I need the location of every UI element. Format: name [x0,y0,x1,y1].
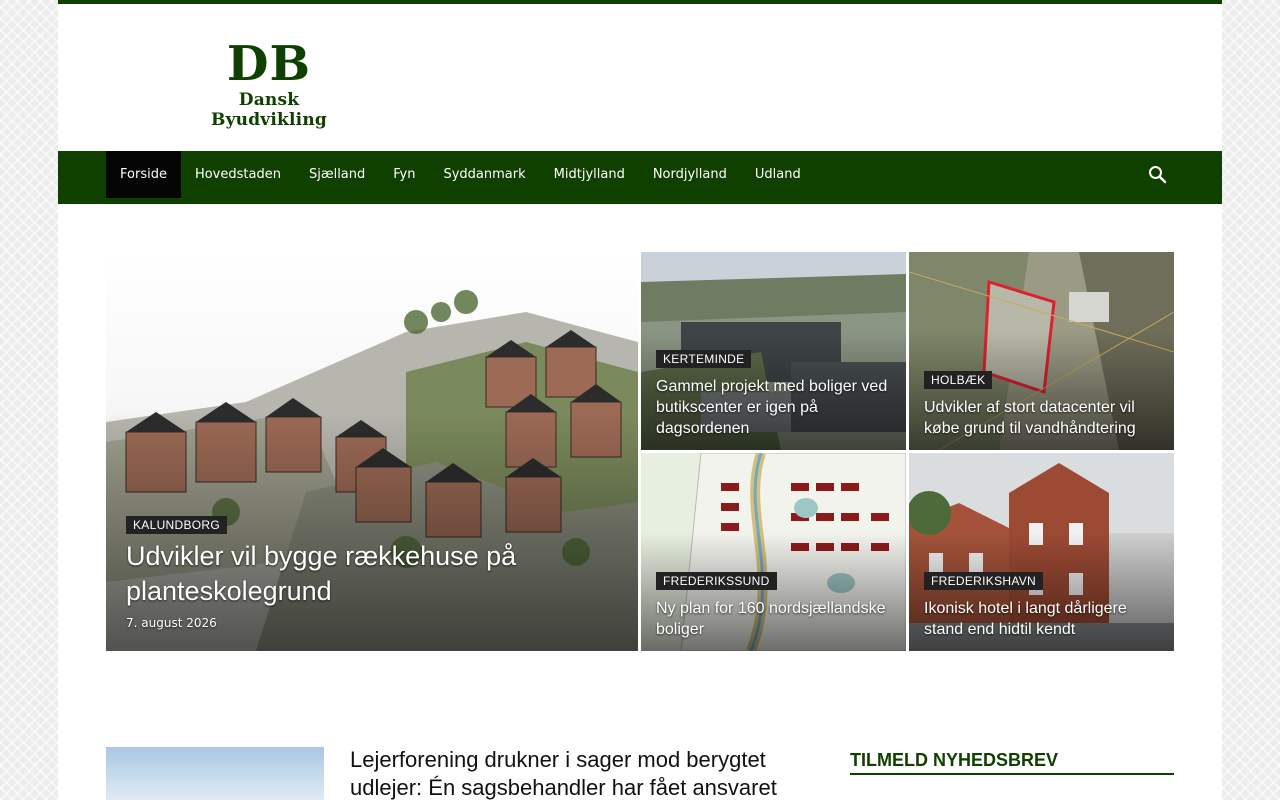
nav-item-midtjylland[interactable]: Midtjylland [540,151,639,198]
site-logo[interactable]: DB Dansk Byudvikling [188,38,350,130]
article-title[interactable]: Udvikler af stort datacenter vil købe gr… [924,397,1164,439]
featured-article-3[interactable]: FREDERIKSSUND Ny plan for 160 nordsjælla… [641,453,906,651]
featured-article-4[interactable]: FREDERIKSHAVN Ikonisk hotel i langt dårl… [909,453,1174,651]
logo-subtitle: Dansk Byudvikling [211,90,327,130]
search-icon[interactable] [1146,163,1170,187]
article-title[interactable]: Gammel projekt med boliger ved butikscen… [656,376,896,439]
page: DB Dansk Byudvikling Forside Hovedstaden… [58,0,1222,800]
featured-main-article[interactable]: KALUNDBORG Udvikler vil bygge rækkehuse … [106,252,638,651]
category-tag[interactable]: FREDERIKSSUND [656,572,777,590]
nav-item-hovedstaden[interactable]: Hovedstaden [181,151,295,198]
nav-item-nordjylland[interactable]: Nordjylland [639,151,741,198]
newsletter-heading-text: TILMELD NYHEDSBREV [850,750,1059,770]
featured-grid: KALUNDBORG Udvikler vil bygge rækkehuse … [106,252,1174,651]
featured-article-1[interactable]: KERTEMINDE Gammel projekt med boliger ve… [641,252,906,450]
article-title[interactable]: Udvikler vil bygge rækkehuse på plantesk… [126,539,596,609]
category-tag[interactable]: KERTEMINDE [656,350,752,368]
article-thumbnail[interactable] [106,747,324,800]
article-title[interactable]: Ikonisk hotel i langt dårligere stand en… [924,598,1164,640]
logo-mark: DB [226,36,312,92]
nav-item-syddanmark[interactable]: Syddanmark [429,151,539,198]
site-header: DB Dansk Byudvikling [58,4,1222,151]
newsletter-heading: TILMELD NYHEDSBREV [850,750,1174,775]
category-tag[interactable]: KALUNDBORG [126,516,228,534]
nav-item-fyn[interactable]: Fyn [379,151,429,198]
article-date: 7. august 2026 [126,616,217,630]
latest-article-title[interactable]: Lejerforening drukner i sager mod berygt… [350,746,800,800]
article-title[interactable]: Ny plan for 160 nordsjællandske boliger [656,598,896,640]
featured-article-2[interactable]: HOLBÆK Udvikler af stort datacenter vil … [909,252,1174,450]
category-tag[interactable]: FREDERIKSHAVN [924,572,1044,590]
category-tag[interactable]: HOLBÆK [924,371,993,389]
nav-item-forside[interactable]: Forside [106,151,181,198]
nav-item-udland[interactable]: Udland [741,151,815,198]
main-navigation: Forside Hovedstaden Sjælland Fyn Syddanm… [58,151,1222,204]
nav-item-sjaelland[interactable]: Sjælland [295,151,379,198]
